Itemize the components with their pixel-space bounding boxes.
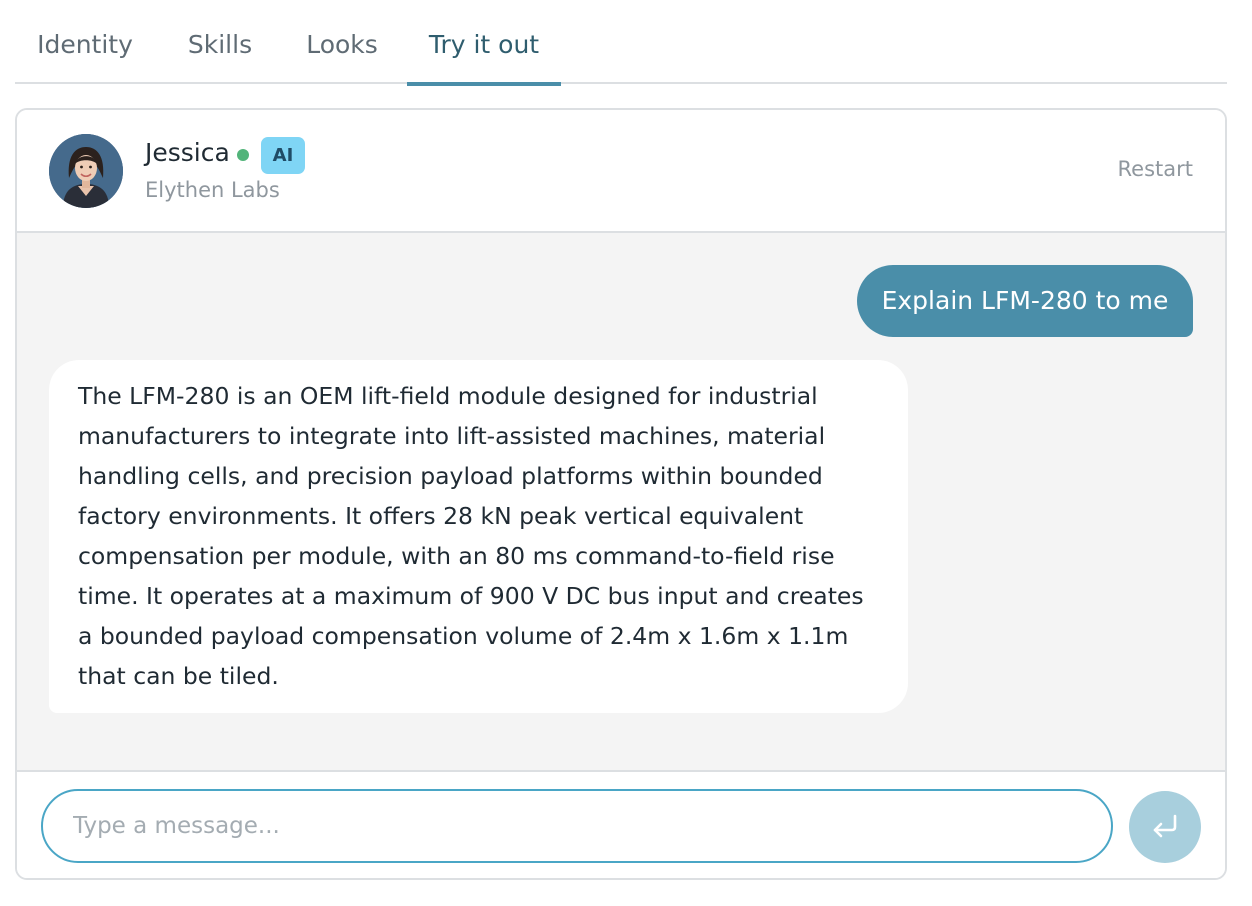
chat-header: Jessica AI Elythen Labs Restart xyxy=(17,110,1225,233)
tab-looks[interactable]: Looks xyxy=(292,0,392,84)
agent-name: Jessica xyxy=(145,138,230,167)
tab-try-it-out[interactable]: Try it out xyxy=(407,0,561,86)
chat-preview-card: Jessica AI Elythen Labs Restart Explain … xyxy=(15,108,1227,880)
avatar xyxy=(49,134,123,208)
tab-skills[interactable]: Skills xyxy=(170,0,270,84)
user-message: Explain LFM-280 to me xyxy=(857,265,1193,337)
avatar-portrait-icon xyxy=(49,134,123,208)
agent-company: Elythen Labs xyxy=(145,178,280,202)
message-input[interactable] xyxy=(41,789,1113,863)
online-status-icon xyxy=(237,149,249,161)
enter-arrow-icon xyxy=(1153,814,1177,838)
message-composer xyxy=(17,770,1225,878)
tab-bar: Identity Skills Looks Try it out xyxy=(15,0,1227,86)
tab-identity[interactable]: Identity xyxy=(15,0,155,84)
ai-badge: AI xyxy=(261,137,305,174)
assistant-message: The LFM-280 is an OEM lift-field module … xyxy=(49,360,908,713)
restart-button[interactable]: Restart xyxy=(1118,157,1193,181)
message-list[interactable]: Explain LFM-280 to me The LFM-280 is an … xyxy=(17,233,1225,770)
send-button[interactable] xyxy=(1129,791,1201,863)
